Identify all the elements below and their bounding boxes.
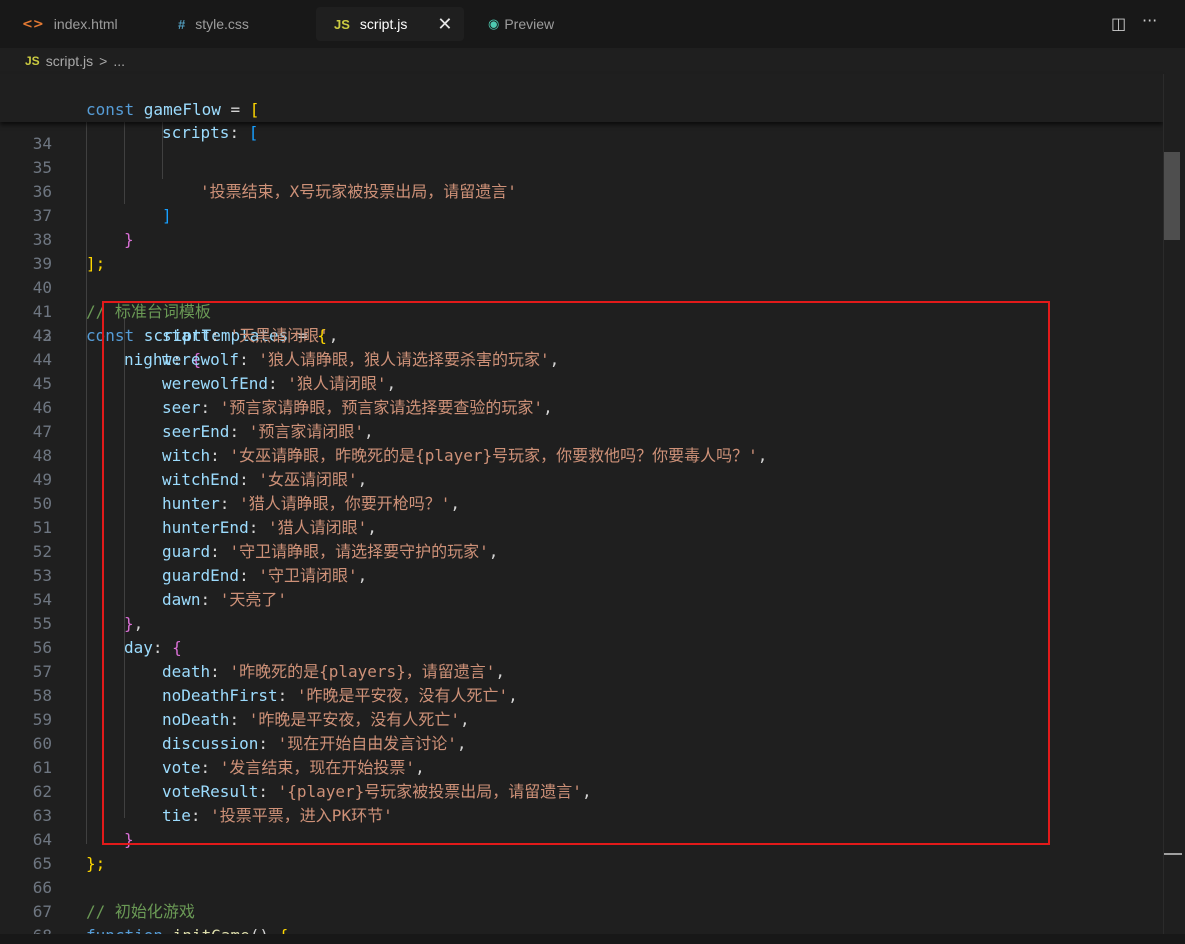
code-token: () (250, 926, 279, 934)
chevron-right-icon: > (99, 53, 108, 69)
line-number: 60 (32, 734, 52, 753)
line-number: 56 (32, 638, 52, 657)
line-number: 62 (32, 782, 52, 801)
code-line: 39 (0, 228, 1160, 273)
js-file-icon: JS (334, 16, 350, 32)
line-number: 48 (32, 446, 52, 465)
code-token: [ (248, 123, 259, 142)
line-number: 54 (32, 590, 52, 609)
overview-ruler-marker (1164, 853, 1182, 855)
line-number: 68 (0, 924, 52, 934)
line-number: 50 (32, 494, 52, 513)
line-number: 55 (32, 614, 52, 633)
breadcrumb: JS script.js > ... (0, 48, 1185, 74)
tab-label: script.js (359, 16, 408, 32)
tab-style-css[interactable]: # style.css (178, 7, 249, 41)
tab-label: Preview (504, 16, 555, 32)
line-number: 61 (32, 758, 52, 777)
line-number: 67 (32, 902, 52, 921)
code-line: 67 // 初始化游戏 (0, 900, 1160, 924)
scrollbar-thumb[interactable] (1164, 152, 1180, 240)
code-line: 40 // 标准台词模板 (0, 252, 1160, 321)
code-token: function (86, 926, 173, 934)
line-number: 53 (32, 566, 52, 585)
line-number: 58 (32, 686, 52, 705)
code-token: scripts (162, 123, 230, 142)
eye-icon: ◉ (488, 16, 500, 32)
tab-label: index.html (53, 16, 118, 32)
tab-preview[interactable]: ◉ Preview (488, 7, 554, 41)
code-comment: // 初始化游戏 (86, 902, 195, 921)
line-number: 44 (32, 350, 52, 369)
line-number: 43 (32, 326, 52, 345)
sticky-line[interactable]: const gameFlow = [ (0, 74, 1160, 119)
code-line: 37 } (0, 180, 1160, 249)
js-file-icon: JS (25, 54, 40, 68)
line-number: 51 (32, 518, 52, 537)
code-line: 68 function initGame() { (0, 924, 1160, 934)
breadcrumb-file[interactable]: script.js (46, 53, 93, 69)
code-text: }; (86, 854, 106, 873)
line-number: 63 (32, 806, 52, 825)
tab-label: style.css (195, 16, 249, 32)
html-file-icon: <> (22, 16, 44, 32)
line-number: 49 (32, 470, 52, 489)
more-actions-icon[interactable]: ··· (1142, 11, 1157, 30)
code-token: : (229, 123, 249, 142)
code-token: { (279, 926, 289, 934)
line-number: 66 (32, 878, 52, 897)
split-editor-icon[interactable]: ◫ (1111, 14, 1126, 33)
line-number: 65 (32, 854, 52, 873)
tab-bar: <> index.html # style.css JS script.js ✕… (0, 0, 1185, 48)
line-number: 64 (32, 830, 52, 849)
line-number: 45 (32, 374, 52, 393)
horizontal-scrollbar[interactable] (0, 934, 1185, 944)
line-number: 46 (32, 398, 52, 417)
breadcrumb-symbol[interactable]: ... (113, 53, 125, 69)
code-line: 36 ] (0, 156, 1160, 225)
code-line: 65}; (0, 852, 1160, 876)
line-number: 52 (32, 542, 52, 561)
code-line: 66 (0, 876, 1160, 900)
css-file-icon: # (178, 16, 186, 32)
code-line: 41 const scriptTemplates = { (0, 276, 1160, 345)
close-icon[interactable]: ✕ (437, 14, 452, 35)
code-line: 38 ]; (0, 204, 1160, 273)
sticky-line[interactable]: scripts: [ (0, 97, 1160, 142)
line-number: 57 (32, 662, 52, 681)
highlight-rectangle (102, 301, 1050, 845)
line-number: 59 (32, 710, 52, 729)
line-number: 47 (32, 422, 52, 441)
code-token: initGame (173, 926, 250, 934)
sticky-scroll[interactable]: const gameFlow = [ scripts: [ (0, 74, 1163, 142)
tab-script-js[interactable]: JS script.js ✕ (316, 7, 464, 41)
tab-index-html[interactable]: <> index.html (22, 7, 118, 41)
